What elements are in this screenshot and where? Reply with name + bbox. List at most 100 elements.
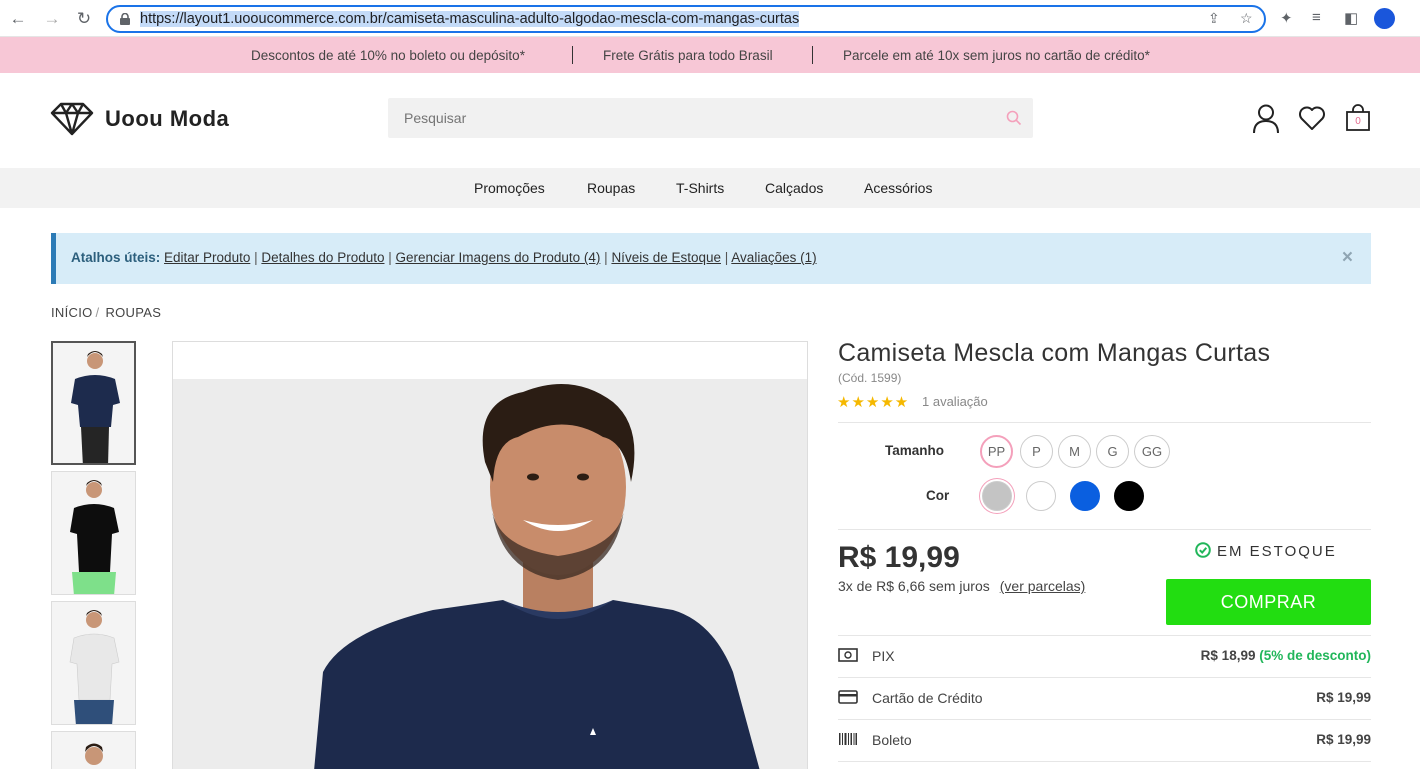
breadcrumb: INÍCIO / ROUPAS <box>51 305 161 320</box>
cash-icon <box>838 648 858 662</box>
installments-link[interactable]: (ver parcelas) <box>1000 578 1086 594</box>
size-label: Tamanho <box>885 443 945 458</box>
divider <box>838 719 1371 720</box>
size-option-p[interactable]: P <box>1020 435 1053 468</box>
menu-item-calcados[interactable]: Calçados <box>765 180 823 196</box>
stock-status: EM ESTOQUE <box>1195 542 1337 560</box>
reload-icon[interactable]: ↻ <box>74 9 94 29</box>
product-thumbnail[interactable] <box>51 471 136 595</box>
manage-images-link[interactable]: Gerenciar Imagens do Produto (4) <box>396 250 601 265</box>
color-swatch-black[interactable] <box>1114 481 1144 511</box>
discount-text: (5% de desconto) <box>1259 648 1371 663</box>
product-price: R$ 19,99 <box>838 541 960 574</box>
logo-text[interactable]: Uoou Moda <box>105 106 229 132</box>
size-option-g[interactable]: G <box>1096 435 1129 468</box>
main-menu: Promoções Roupas T-Shirts Calçados Acess… <box>0 168 1420 208</box>
extensions-puzzle-icon[interactable]: ✦ <box>1280 9 1293 27</box>
product-code: (Cód. 1599) <box>838 371 902 385</box>
stock-text: EM ESTOQUE <box>1217 543 1337 560</box>
divider <box>838 422 1371 423</box>
menu-item-roupas[interactable]: Roupas <box>587 180 635 196</box>
share-icon[interactable]: ⇪ <box>1208 10 1220 27</box>
reviews-link[interactable]: Avaliações (1) <box>731 250 816 265</box>
payment-value: R$ 19,99 <box>1316 732 1371 747</box>
buy-button[interactable]: COMPRAR <box>1166 579 1371 625</box>
diamond-logo-icon[interactable] <box>50 102 94 136</box>
search-icon[interactable] <box>1006 110 1022 126</box>
shortcuts-content: Atalhos úteis: Editar Produto | Detalhes… <box>71 250 817 265</box>
address-bar[interactable]: https://layout1.uooucommerce.com.br/cami… <box>106 5 1266 33</box>
menu-item-promocoes[interactable]: Promoções <box>474 180 545 196</box>
profile-avatar[interactable] <box>1374 8 1395 29</box>
shortcuts-label: Atalhos úteis: <box>71 250 161 265</box>
lock-icon <box>120 13 130 25</box>
payment-name: Cartão de Crédito <box>872 690 983 706</box>
user-account-icon[interactable] <box>1252 104 1280 134</box>
product-thumbnail[interactable] <box>51 731 136 769</box>
product-details-link[interactable]: Detalhes do Produto <box>261 250 384 265</box>
payment-name: Boleto <box>872 732 912 748</box>
product-main-image[interactable] <box>172 341 808 769</box>
menu-item-tshirts[interactable]: T-Shirts <box>676 180 724 196</box>
divider <box>838 529 1371 530</box>
review-count[interactable]: 1 avaliação <box>922 394 988 409</box>
menu-item-acessorios[interactable]: Acessórios <box>864 180 932 196</box>
breadcrumb-separator: / <box>95 305 100 320</box>
divider <box>838 635 1371 636</box>
cart-count: 0 <box>1355 116 1361 127</box>
payment-value: R$ 18,99 (5% de desconto) <box>1200 648 1371 663</box>
barcode-icon <box>839 733 857 745</box>
divider <box>838 677 1371 678</box>
promo-message: Frete Grátis para todo Brasil <box>603 48 773 63</box>
payment-name: PIX <box>872 648 895 664</box>
wishlist-heart-icon[interactable] <box>1298 105 1326 131</box>
size-option-gg[interactable]: GG <box>1134 435 1170 468</box>
color-swatch-blue[interactable] <box>1070 481 1100 511</box>
payment-value: R$ 19,99 <box>1316 690 1371 705</box>
promo-bar: Descontos de até 10% no boleto ou depósi… <box>0 37 1420 73</box>
browser-toolbar: ← → ↻ https://layout1.uooucommerce.com.b… <box>0 0 1420 37</box>
payment-row-credit-card: Cartão de Crédito R$ 19,99 <box>838 684 1371 714</box>
stock-levels-link[interactable]: Níveis de Estoque <box>611 250 721 265</box>
forward-arrow-icon[interactable]: → <box>42 9 62 29</box>
payment-row-boleto: Boleto R$ 19,99 <box>838 726 1371 756</box>
cart-button[interactable]: 0 <box>1345 104 1371 132</box>
promo-divider <box>572 46 573 64</box>
installments-info: 3x de R$ 6,66 sem juros (ver parcelas) <box>838 578 1085 594</box>
credit-card-icon <box>838 690 858 704</box>
promo-message: Descontos de até 10% no boleto ou depósi… <box>251 48 525 63</box>
thumbnail-image <box>53 343 134 463</box>
thumbnail-image <box>52 602 135 724</box>
close-icon[interactable]: × <box>1342 247 1353 269</box>
back-arrow-icon[interactable]: ← <box>8 9 28 29</box>
bookmark-star-icon[interactable]: ☆ <box>1240 10 1253 27</box>
size-option-pp[interactable]: PP <box>980 435 1013 468</box>
promo-divider <box>812 46 813 64</box>
check-circle-icon <box>1195 542 1211 558</box>
shortcuts-alert: Atalhos úteis: Editar Produto | Detalhes… <box>51 233 1371 284</box>
link-separator: | <box>604 250 608 265</box>
search-box <box>388 98 1033 138</box>
promo-message: Parcele em até 10x sem juros no cartão d… <box>843 48 1150 63</box>
breadcrumb-home[interactable]: INÍCIO <box>51 305 93 320</box>
product-title: Camiseta Mescla com Mangas Curtas <box>838 339 1271 367</box>
edit-product-link[interactable]: Editar Produto <box>164 250 250 265</box>
color-swatch-white[interactable] <box>1026 481 1056 511</box>
breadcrumb-category[interactable]: ROUPAS <box>105 305 161 320</box>
product-thumbnail[interactable] <box>51 601 136 725</box>
rating-stars-icon: ★★★★★ <box>837 394 910 411</box>
link-separator: | <box>724 250 729 265</box>
url-text[interactable]: https://layout1.uooucommerce.com.br/cami… <box>140 11 800 27</box>
link-separator: | <box>388 250 392 265</box>
side-panel-icon[interactable]: ◧ <box>1344 9 1358 27</box>
divider <box>838 761 1371 762</box>
product-photo <box>173 342 807 769</box>
media-queue-icon[interactable]: ≡ <box>1312 9 1321 26</box>
installments-text: 3x de R$ 6,66 sem juros <box>838 578 990 594</box>
size-option-m[interactable]: M <box>1058 435 1091 468</box>
color-label: Cor <box>926 488 950 503</box>
color-swatch-gray[interactable] <box>982 481 1012 511</box>
search-input[interactable] <box>404 98 984 138</box>
product-thumbnail[interactable] <box>51 341 136 465</box>
thumbnail-image <box>52 472 135 594</box>
